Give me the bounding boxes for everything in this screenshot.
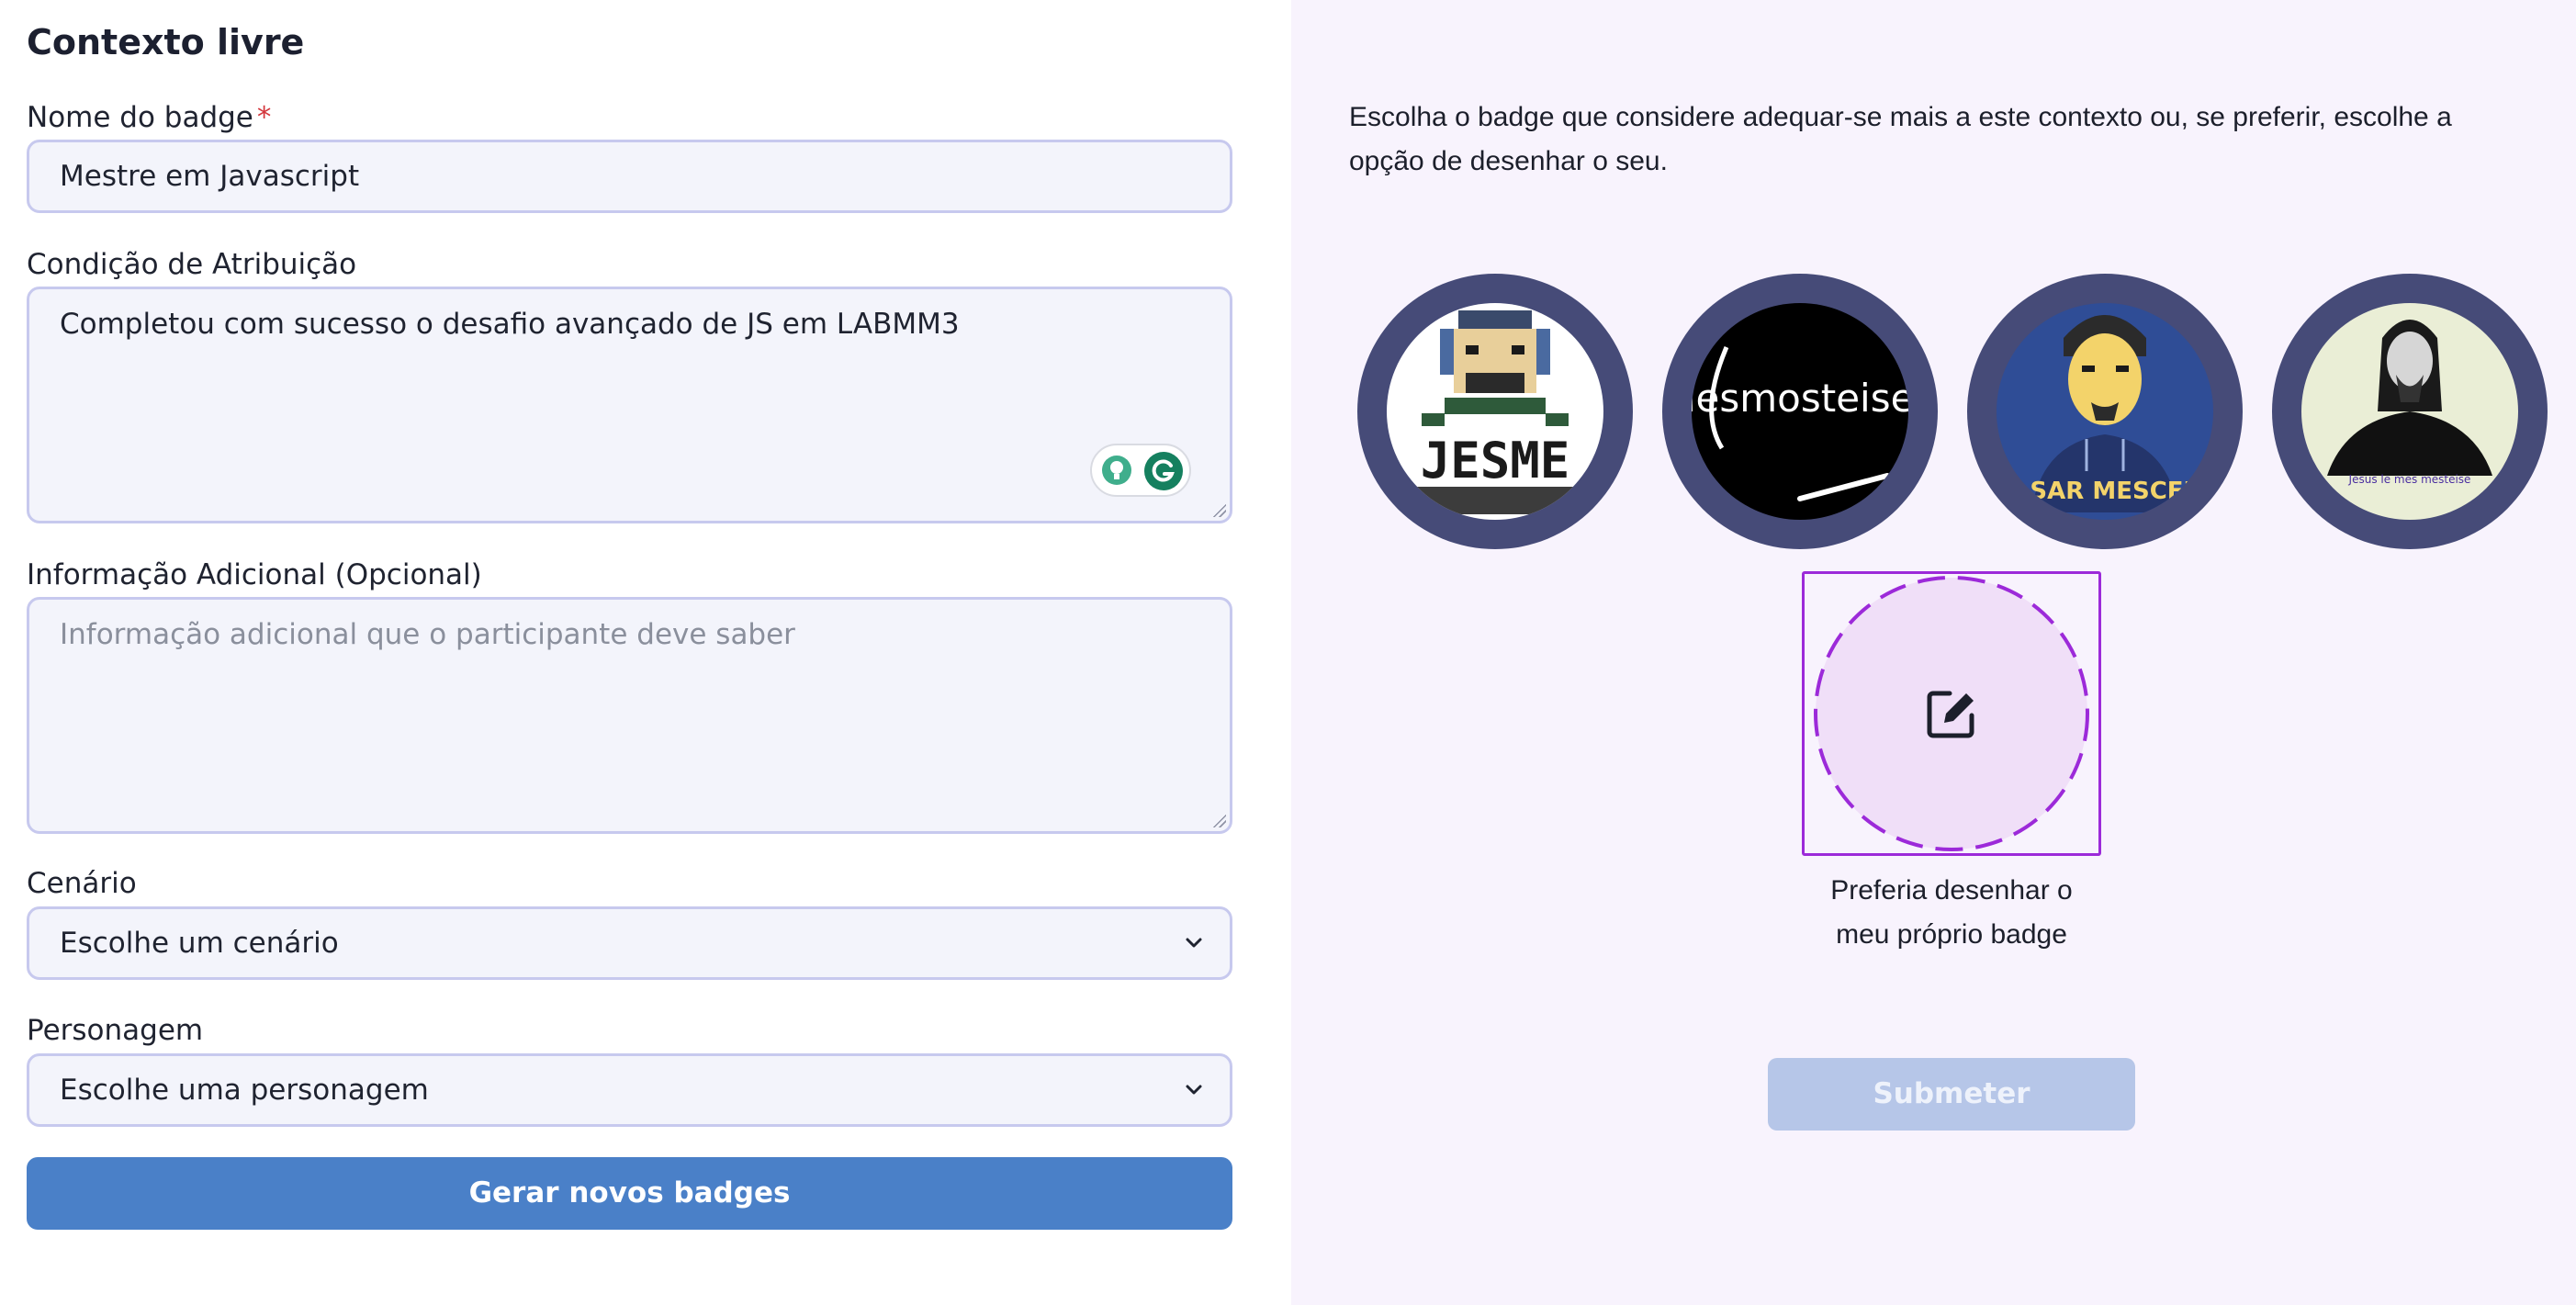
badge-name-label-text: Nome do badge (27, 101, 253, 134)
badge-4-text: Jesus le mes mesteise (2348, 473, 2471, 486)
badge-option-1[interactable]: JESME (1357, 274, 1633, 549)
resize-handle[interactable] (1211, 813, 1226, 827)
form-title: Contexto livre (27, 22, 305, 62)
badge-2-text: mesmosteise (1662, 376, 1914, 421)
draw-circle (1814, 576, 2089, 851)
condition-label: Condição de Atribuição (27, 248, 357, 281)
badge-selection-panel: Escolha o badge que considere adequar-se… (1291, 0, 2576, 1305)
silhouette-image: Jesus le mes mesteise (2301, 303, 2518, 520)
draw-option-caption: Preferia desenhar o meu próprio badge (1756, 869, 2147, 957)
chevron-down-icon (1186, 1085, 1202, 1095)
grammarly-icon (1144, 452, 1183, 490)
badge-3-text: SAR MESCER (2030, 478, 2201, 505)
scenario-selected: Escolhe um cenário (60, 927, 339, 960)
badge-option-3[interactable]: SAR MESCER (1967, 274, 2243, 549)
badge-form: Contexto livre Nome do badge * Mestre em … (0, 0, 1291, 1305)
draw-caption-line-1: Preferia desenhar o (1830, 875, 2073, 906)
extra-info-label: Informação Adicional (Opcional) (27, 558, 482, 591)
generate-badges-button[interactable]: Gerar novos badges (27, 1157, 1232, 1230)
draw-caption-line-2: meu próprio badge (1836, 919, 2067, 950)
character-select[interactable]: Escolhe uma personagem (27, 1053, 1232, 1127)
extra-info-textarea[interactable]: Informação adicional que o participante … (27, 597, 1232, 834)
badge-1-text: JESME (1421, 432, 1570, 489)
pixel-character-image: JESME (1387, 303, 1603, 520)
draw-own-badge-option[interactable] (1802, 571, 2101, 856)
badge-option-4[interactable]: Jesus le mes mesteise (2272, 274, 2548, 549)
badge-name-label: Nome do badge * (27, 101, 271, 134)
selection-instructions: Escolha o badge que considere adequar-se… (1349, 102, 2452, 176)
black-badge-image: mesmosteise (1662, 303, 1914, 520)
condition-textarea[interactable]: Completou com sucesso o desafio avançado… (27, 287, 1232, 523)
resize-handle[interactable] (1211, 502, 1226, 517)
scenario-label: Cenário (27, 867, 137, 900)
character-selected: Escolhe uma personagem (60, 1074, 429, 1107)
chevron-down-icon (1186, 938, 1202, 948)
grammarly-widget[interactable] (1090, 444, 1191, 497)
cartoon-man-image: SAR MESCER (1997, 303, 2213, 520)
badge-option-2[interactable]: mesmosteise (1662, 274, 1938, 549)
submit-button[interactable]: Submeter (1768, 1058, 2135, 1131)
character-label: Personagem (27, 1014, 204, 1047)
required-mark: * (256, 101, 272, 134)
badge-name-input[interactable]: Mestre em Javascript (27, 140, 1232, 213)
lightbulb-icon (1102, 456, 1131, 485)
extra-info-placeholder: Informação adicional que o participante … (60, 618, 795, 651)
scenario-select[interactable]: Escolhe um cenário (27, 906, 1232, 980)
condition-text: Completou com sucesso o desafio avançado… (60, 308, 960, 341)
